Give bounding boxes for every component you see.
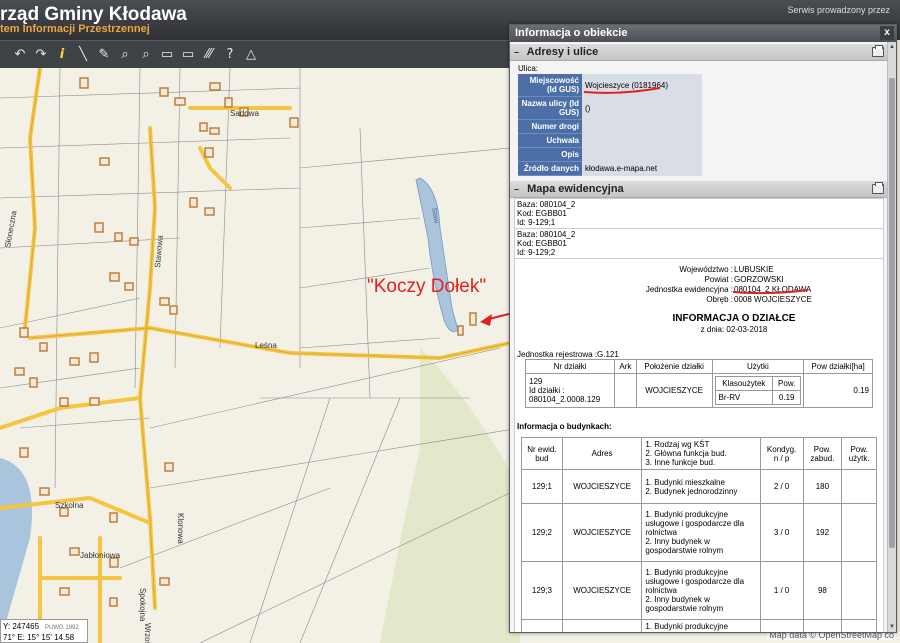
collapse-icon[interactable]: – (514, 44, 524, 61)
section-title: Adresy i ulice (526, 46, 599, 58)
close-icon[interactable]: x (880, 26, 894, 40)
print-icon[interactable] (872, 45, 884, 57)
svg-text:Klonowa: Klonowa (176, 513, 185, 544)
buildings-table: Nr ewid. bud Adres 1. Rodzaj wg KŚT 2. G… (521, 437, 877, 632)
zrodlo-danych-link[interactable]: kłodawa.e-mapa.net (582, 161, 702, 176)
ulica-label: Ulica: (518, 64, 539, 73)
print-area-icon[interactable]: ▭ (179, 45, 197, 65)
parcel-table: Nr działki Ark Położenie działki Użytki … (524, 359, 873, 408)
koczy-dolek-annotation: "Koczy Dołek" (367, 276, 487, 297)
hatch-icon[interactable]: ⁄⁄⁄ (200, 45, 218, 65)
app-subtitle: tem Informacji Przestrzennej (0, 23, 150, 35)
search-icon[interactable]: ⌕ (116, 45, 134, 65)
table-row: 129;2 WOJCIESZYCE 1. Budynki produkcyjne… (521, 503, 877, 562)
uzytki-table: Klasoużytek Pow. Br-RV 0.19 (714, 376, 802, 405)
obreb-value: 0008 WOJCIESZYCE (734, 295, 812, 304)
tool-pan-icon[interactable] (0, 45, 8, 65)
redo-icon[interactable]: ↷ (32, 45, 50, 65)
help-icon[interactable]: ? (221, 45, 239, 65)
object-info-window: Informacja o obiekcie x – Adresy i ulice… (509, 24, 897, 633)
info-window-body: – Adresy i ulice Ulica: Miejscowość (Id … (510, 42, 888, 632)
svg-text:Spokojna: Spokojna (138, 588, 147, 622)
address-table: Miejscowość (Id GUS) Wojcieszyce (0181964… (518, 74, 702, 176)
section-title: Mapa ewidencyjna (527, 183, 624, 195)
scroll-down-icon[interactable]: ▼ (888, 622, 896, 632)
map-toolbar: ↶ ↷ i ╲ ✎ ⌕ ⌕ ▭ ▭ ⁄⁄⁄ ? △ (0, 40, 510, 68)
document-date: z dnia: 02-03-2018 (700, 325, 768, 334)
table-row: 129;3 WOJCIESZYCE 1. Budynki produkcyjne… (521, 561, 877, 620)
print-icon[interactable] (872, 182, 884, 194)
info-icon[interactable]: i (53, 45, 71, 65)
buildings-title: Informacja o budynkach: (517, 422, 612, 431)
parcel-metadata: Województwo : LUBUSKIE Powiat : GORZOWSKI … (645, 265, 812, 304)
baza-block: Baza: 080104_2 Kod: EGBB01 Id: 9-129;1 (515, 199, 883, 229)
svg-text:Leśna: Leśna (255, 341, 277, 350)
warning-icon[interactable]: △ (242, 45, 260, 65)
info-scrollbar[interactable]: ▲ ▼ (887, 42, 896, 632)
svg-text:Wrzosowa: Wrzosowa (143, 623, 152, 643)
coord-y: Y: 247465 (3, 622, 40, 631)
search-parcel-icon[interactable]: ⌕ (137, 45, 155, 65)
table-row: 129 Id działki : 080104_2.0008.129 WOJCI… (524, 373, 873, 408)
document-title: INFORMACJA O DZIAŁCE (672, 313, 796, 324)
info-window-titlebar[interactable]: Informacja o obiekcie x (510, 25, 896, 42)
coord-latlon: 71° E: 15° 15' 14.58 (3, 633, 75, 642)
scroll-thumb[interactable] (889, 78, 895, 548)
miejscowosc-value: Wojcieszyce (0181964) (582, 74, 702, 97)
section-header-ewidencja[interactable]: – Mapa ewidencyjna (510, 181, 888, 198)
undo-icon[interactable]: ↶ (11, 45, 29, 65)
table-row: 1. Budynki produkcyjne usługowe i gospod… (521, 619, 877, 632)
svg-text:Szkolna: Szkolna (55, 501, 84, 510)
scroll-up-icon[interactable]: ▲ (888, 42, 896, 52)
section-header-adresy[interactable]: – Adresy i ulice (510, 44, 888, 61)
collapse-icon[interactable]: – (514, 181, 524, 198)
ewidencja-panel: Baza: 080104_2 Kod: EGBB01 Id: 9-129;1 B… (514, 198, 884, 632)
table-row: 129;1 WOJCIESZYCE 1. Budynki mieszkalne … (521, 469, 877, 504)
jednostka-rejestrowa: Jednostka rejestrowa :G.121 (517, 350, 619, 359)
service-provider-link[interactable]: Serwis prowadzony przez (787, 5, 890, 15)
coord-crs: PUWG 1992 (45, 625, 79, 631)
coordinate-readout: Y: 247465 PUWG 1992 71° E: 15° 15' 14.58 (0, 619, 88, 643)
address-panel: Ulica: Miejscowość (Id GUS) Wojcieszyce (… (510, 61, 888, 179)
info-window-title: Informacja o obiekcie (515, 27, 628, 39)
baza-block: Baza: 080104_2 Kod: EGBB01 Id: 9-129;2 (515, 229, 883, 259)
edit-icon[interactable]: ✎ (95, 45, 113, 65)
svg-text:Jabłoniowa: Jabłoniowa (80, 551, 121, 560)
measure-distance-icon[interactable]: ╲ (74, 45, 92, 65)
street-label: Sadowa (230, 109, 259, 118)
layers-icon[interactable]: ▭ (158, 45, 176, 65)
